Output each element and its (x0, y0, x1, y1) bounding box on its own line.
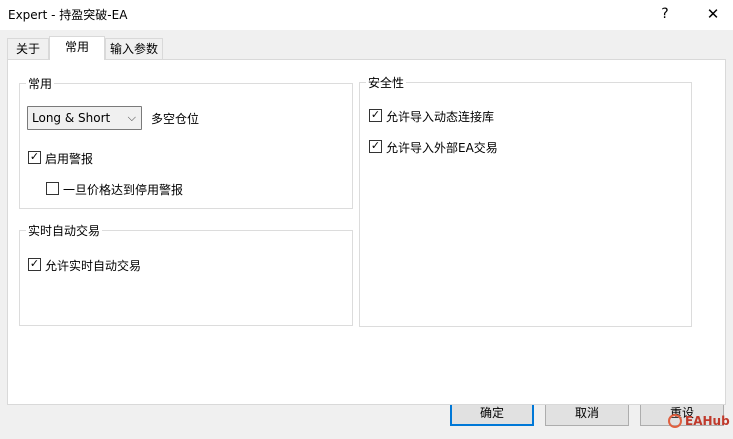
allow-external-ea-checkbox[interactable]: ✓ (369, 139, 382, 153)
general-group-title: 常用 (26, 75, 55, 92)
position-select[interactable]: Long & Short ⌵ (27, 106, 142, 130)
allow-dll-label: 允许导入动态连接库 (386, 110, 495, 124)
enable-alerts-checkbox[interactable]: ✓ (28, 150, 41, 164)
live-trading-group-title: 实时自动交易 (26, 222, 103, 239)
check-icon: ✓ (370, 139, 381, 152)
tab-about[interactable]: 关于 (7, 38, 49, 60)
window-title: Expert - 持盈突破-EA (8, 8, 128, 22)
position-label: 多空仓位 (151, 112, 200, 126)
watermark: EAHub (668, 414, 730, 428)
tab-inputs[interactable]: 输入参数 (105, 38, 163, 60)
check-icon: ✓ (370, 108, 381, 121)
tab-common[interactable]: 常用 (49, 36, 105, 60)
security-group-title: 安全性 (366, 74, 407, 91)
help-button[interactable]: ? (648, 0, 682, 30)
check-icon: ✓ (29, 257, 40, 270)
allow-dll-checkbox[interactable]: ✓ (369, 108, 382, 122)
disable-alerts-checkbox[interactable] (46, 182, 59, 195)
close-button[interactable]: ✕ (693, 0, 733, 30)
chevron-down-icon: ⌵ (127, 111, 136, 124)
tab-panel: 常用 Long & Short ⌵ 多空仓位 ✓ 启用警报 一旦价格达到停用警报… (7, 59, 726, 405)
check-icon: ✓ (29, 150, 40, 163)
allow-live-trading-checkbox[interactable]: ✓ (28, 257, 41, 271)
live-trading-group (19, 230, 353, 326)
eahub-logo-icon (668, 414, 682, 428)
disable-alerts-label: 一旦价格达到停用警报 (63, 183, 184, 197)
position-select-value: Long & Short (32, 111, 111, 125)
allow-live-trading-label: 允许实时自动交易 (45, 259, 142, 273)
watermark-text: EAHub (685, 414, 730, 428)
allow-external-ea-label: 允许导入外部EA交易 (386, 141, 498, 155)
title-bar: Expert - 持盈突破-EA ? ✕ (0, 0, 733, 30)
enable-alerts-label: 启用警报 (45, 152, 94, 166)
